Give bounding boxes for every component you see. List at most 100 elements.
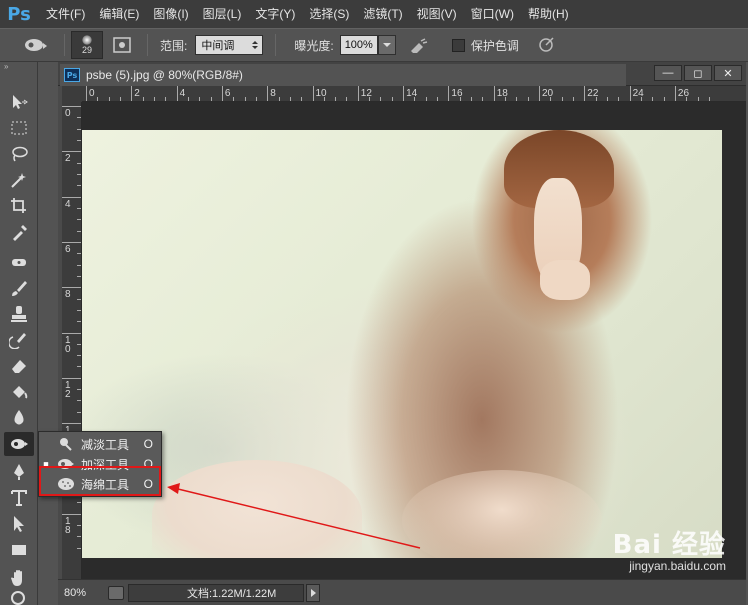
app-logo: Ps — [7, 3, 31, 25]
ruler-minor-tick — [77, 400, 81, 402]
path-selection-tool[interactable] — [4, 512, 34, 536]
status-info-icon[interactable] — [108, 585, 124, 600]
protect-tones-checkbox[interactable] — [451, 38, 465, 52]
separator — [64, 34, 65, 56]
photo-leg — [402, 470, 602, 558]
menu-help[interactable]: 帮助(H) — [528, 0, 569, 28]
menu-file[interactable]: 文件(F) — [46, 0, 85, 28]
options-bar: 29 范围: 中间调 曝光度: 100% 保护色调 — [0, 28, 748, 62]
paint-bucket-icon — [13, 386, 28, 399]
crop-tool[interactable] — [4, 194, 34, 218]
exposure-slider-button[interactable] — [377, 35, 396, 55]
ruler-tick — [62, 151, 81, 153]
menu-edit[interactable]: 编辑(E) — [99, 0, 139, 28]
ruler-label: 12 — [65, 379, 71, 400]
airbrush-button[interactable] — [408, 34, 430, 56]
ruler-minor-tick — [471, 97, 473, 101]
pen-icon — [14, 464, 24, 480]
zoom-icon — [11, 591, 25, 605]
hand-tool[interactable] — [4, 566, 34, 590]
burn-tool[interactable] — [4, 432, 34, 456]
ruler-label: 20 — [542, 88, 554, 99]
exposure-input[interactable]: 100% — [339, 35, 378, 55]
ruler-minor-tick — [77, 321, 81, 323]
baidu-watermark: Bai 经验 jingyan.baidu.com — [613, 524, 726, 573]
exposure-label: 曝光度: — [294, 38, 334, 53]
rectangle-tool[interactable] — [4, 538, 34, 562]
type-tool[interactable] — [4, 486, 34, 510]
horizontal-ruler[interactable]: 0 2 4 6 8 10 12 14 16 18 20 22 24 26 — [82, 86, 746, 102]
ruler-label: 24 — [632, 88, 644, 99]
document-window: Ps psbe (5).jpg @ 80%(RGB/8#) — ◻ ✕ 0246… — [58, 62, 746, 605]
healing-brush-tool[interactable] — [4, 250, 34, 274]
menu-view[interactable]: 视图(V) — [417, 0, 457, 28]
vertical-ruler[interactable]: 024681012141618 — [62, 102, 82, 579]
range-value: 中间调 — [201, 40, 235, 52]
watermark-url: jingyan.baidu.com — [629, 559, 726, 573]
menu-window[interactable]: 窗口(W) — [471, 0, 514, 28]
sponge-tool-highlight — [39, 466, 161, 496]
ruler-label: 14 — [406, 88, 418, 99]
brush-panel-button[interactable] — [111, 34, 133, 56]
paint-bucket-tool[interactable] — [4, 380, 34, 404]
close-button[interactable]: ✕ — [714, 65, 742, 81]
ruler-minor-tick — [77, 128, 81, 130]
ruler-minor-tick — [233, 97, 235, 101]
hand-icon — [11, 570, 22, 586]
brush-tip-icon — [82, 35, 92, 45]
ruler-minor-tick — [663, 97, 665, 101]
document-tab[interactable]: Ps psbe (5).jpg @ 80%(RGB/8#) — [60, 64, 626, 86]
ruler-minor-tick — [108, 97, 110, 101]
canvas-area[interactable]: Bai 经验 jingyan.baidu.com — [82, 102, 746, 579]
brush-tool[interactable] — [4, 276, 34, 300]
range-select[interactable]: 中间调 — [195, 35, 264, 55]
crop-icon — [11, 198, 26, 213]
ruler-minor-tick — [606, 97, 608, 101]
ruler-origin[interactable] — [62, 86, 82, 102]
ruler-minor-tick — [369, 97, 371, 101]
lasso-icon — [12, 146, 28, 162]
ruler-minor-tick — [437, 97, 439, 101]
menu-layer[interactable]: 图层(L) — [203, 0, 242, 28]
restore-button[interactable]: ◻ — [684, 65, 712, 81]
panel-grip-icon[interactable]: » — [0, 62, 37, 72]
move-tool[interactable] — [4, 90, 34, 114]
photo-knee — [152, 460, 362, 558]
ruler-label: 2 — [134, 88, 140, 99]
clone-stamp-tool[interactable] — [4, 302, 34, 326]
status-menu-button[interactable] — [306, 583, 320, 602]
menu-image[interactable]: 图像(I) — [153, 0, 188, 28]
dropdown-icon — [382, 43, 391, 47]
marquee-tool[interactable] — [4, 116, 34, 140]
flyout-item-dodge[interactable]: 减淡工具 O — [39, 434, 163, 454]
ruler-tick — [357, 86, 359, 101]
lasso-tool[interactable] — [4, 142, 34, 166]
ruler-minor-tick — [187, 97, 189, 101]
menu-filter[interactable]: 滤镜(T) — [363, 0, 402, 28]
ruler-minor-tick — [346, 97, 348, 101]
blur-icon — [14, 410, 24, 425]
minimize-button[interactable]: — — [654, 65, 682, 81]
document-title: psbe (5).jpg @ 80%(RGB/8#) — [86, 68, 243, 82]
pen-tool[interactable] — [4, 460, 34, 484]
separator — [275, 34, 277, 56]
eraser-tool[interactable] — [4, 354, 34, 378]
ruler-minor-tick — [561, 97, 563, 101]
ruler-minor-tick — [618, 97, 620, 101]
magic-wand-tool[interactable] — [4, 168, 34, 192]
ruler-minor-tick — [686, 97, 688, 101]
pressure-size-button[interactable] — [535, 34, 557, 56]
menu-type[interactable]: 文字(Y) — [255, 0, 295, 28]
menu-select[interactable]: 选择(S) — [309, 0, 349, 28]
zoom-tool[interactable] — [4, 590, 34, 605]
brush-picker[interactable]: 29 — [71, 31, 103, 59]
history-brush-tool[interactable] — [4, 328, 34, 352]
ruler-minor-tick — [77, 502, 81, 504]
ruler-minor-tick — [278, 97, 280, 101]
eyedropper-tool[interactable] — [4, 220, 34, 244]
blur-tool[interactable] — [4, 406, 34, 430]
dodge-icon — [57, 437, 75, 451]
ruler-minor-tick — [335, 97, 337, 101]
zoom-level[interactable]: 80% — [64, 587, 108, 599]
tool-preset-picker[interactable] — [14, 30, 58, 60]
